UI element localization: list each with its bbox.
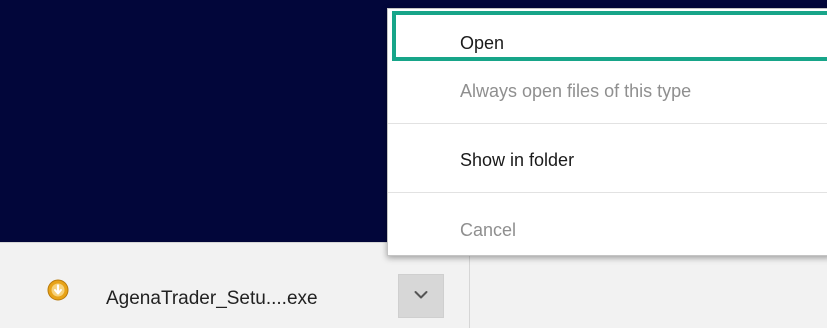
download-context-menu: Open Always open files of this type Show… (387, 8, 827, 256)
download-options-button[interactable] (398, 274, 444, 318)
menu-separator (388, 123, 827, 124)
chevron-down-icon (414, 287, 428, 305)
browser-window: AgenaTrader_Setu....exe Open Always open… (0, 0, 827, 328)
download-file-name: AgenaTrader_Setu....exe (106, 288, 318, 309)
menu-item-cancel: Cancel (460, 220, 517, 240)
menu-separator (388, 192, 827, 193)
download-warning-icon (47, 279, 69, 301)
menu-item-open[interactable]: Open (388, 31, 827, 55)
menu-item-always-open: Always open files of this type (460, 81, 692, 101)
menu-item-show-in-folder[interactable]: Show in folder (388, 148, 827, 172)
